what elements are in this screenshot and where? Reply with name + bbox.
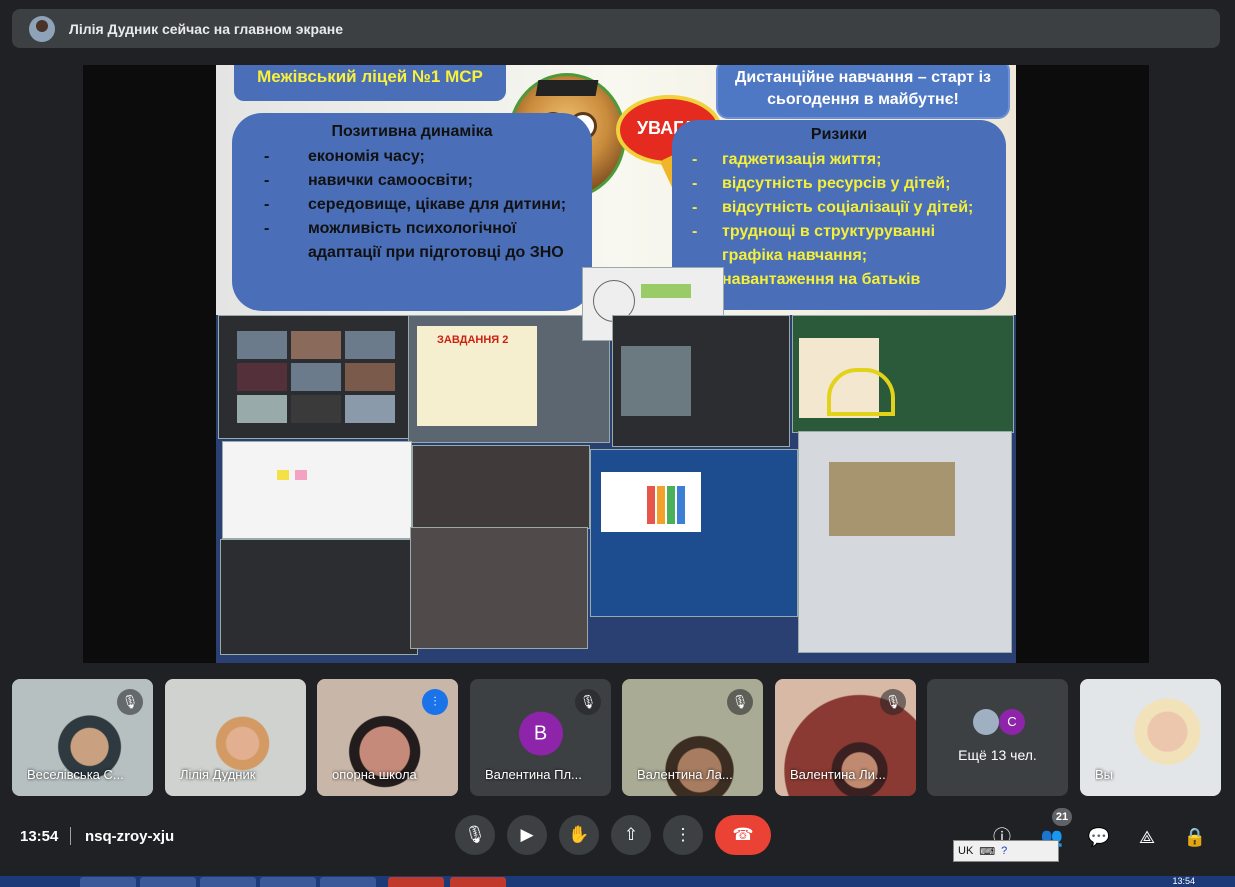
- risk-item: відсутність соціалізації у дітей;: [722, 199, 974, 216]
- taskbar-app-button[interactable]: [200, 877, 256, 887]
- participant-avatar: B: [518, 711, 563, 756]
- microphone-button[interactable]: 🎙: [455, 815, 495, 855]
- participant-name: Веселівська С...: [27, 767, 124, 782]
- risks-title: Ризики: [810, 126, 868, 143]
- collage-screenshot: [792, 315, 1014, 433]
- positive-item: середовище, цікаве для дитини;: [308, 196, 567, 213]
- participant-name: Лілія Дудник: [180, 767, 256, 782]
- mic-off-icon: 🎙: [727, 689, 753, 715]
- chat-icon[interactable]: 💬: [1087, 825, 1111, 849]
- collage-screenshot: [412, 445, 590, 529]
- collage-screenshot: [220, 539, 418, 655]
- risk-item: відсутність ресурсів у дітей;: [722, 175, 951, 192]
- taskbar-app-button[interactable]: [80, 877, 136, 887]
- screenshot-collage: ЗАВДАННЯ 2: [216, 267, 1016, 663]
- camera-icon: ▶: [520, 825, 534, 844]
- taskbar-app-button[interactable]: [260, 877, 316, 887]
- leave-call-button[interactable]: ☎: [715, 815, 771, 855]
- presenting-text: Лілія Дудник сейчас на главном экране: [69, 20, 344, 37]
- collage-screenshot: [798, 431, 1012, 653]
- more-participants-label: Ещё 13 чел.: [958, 747, 1037, 763]
- taskbar-app-button[interactable]: [450, 877, 506, 887]
- language-bar[interactable]: UK ⌨ ?: [953, 840, 1059, 862]
- taskbar-app-button[interactable]: [388, 877, 444, 887]
- collage-screenshot: ЗАВДАННЯ 2: [408, 315, 610, 443]
- present-icon: ⇧: [623, 825, 639, 844]
- risk-item: труднощі в структуруванні графіка навчан…: [722, 223, 936, 264]
- people-count-badge: 21: [1052, 808, 1072, 826]
- mic-off-icon: 🎙: [575, 689, 601, 715]
- keyboard-icon: ⌨: [979, 845, 996, 858]
- more-vert-icon: ⋮: [674, 825, 692, 844]
- zavdannya-label: ЗАВДАННЯ 2: [437, 334, 509, 346]
- clock: 13:54: [20, 828, 59, 845]
- positive-box: Позитивна динаміка - економія часу; - нави…: [232, 113, 592, 311]
- more-participants-tile[interactable]: C Ещё 13 чел.: [927, 679, 1068, 796]
- risk-item: гаджетизація життя;: [722, 151, 882, 168]
- presenter-avatar: [29, 15, 55, 42]
- divider: [70, 827, 71, 845]
- participant-tile[interactable]: ⫶ опорна школа: [317, 679, 458, 796]
- camera-button[interactable]: ▶: [507, 815, 547, 855]
- slide-distance-title: Дистанційне навчання – старт із сьогоден…: [716, 65, 1010, 119]
- participant-tile[interactable]: 🎙 Веселівська С...: [12, 679, 153, 796]
- risk-item: навантаження на батьків: [722, 271, 921, 288]
- participant-name: Валентина Пл...: [485, 767, 582, 782]
- more-options-button[interactable]: ⋮: [663, 815, 703, 855]
- positive-item: навички самоосвіти;: [308, 172, 473, 189]
- participant-name: Валентина Ли...: [790, 767, 886, 782]
- activities-icon[interactable]: ⟁: [1135, 825, 1159, 849]
- meeting-code: nsq-zroy-xju: [85, 828, 175, 845]
- raise-hand-button[interactable]: ✋: [559, 815, 599, 855]
- language-code: UK: [958, 845, 974, 857]
- participant-name: опорна школа: [332, 767, 417, 782]
- mic-off-icon: 🎙: [117, 689, 143, 715]
- participant-tile[interactable]: Лілія Дудник: [165, 679, 306, 796]
- present-button[interactable]: ⇧: [611, 815, 651, 855]
- microphone-icon: 🎙: [464, 825, 486, 844]
- positive-title: Позитивна динаміка: [331, 123, 493, 140]
- taskbar-app-button[interactable]: [140, 877, 196, 887]
- collage-screenshot: [218, 315, 410, 439]
- slide-school-title: Межівський ліцей №1 МСР: [234, 65, 506, 101]
- presenting-banner: Лілія Дудник сейчас на главном экране: [12, 9, 1220, 48]
- collage-screenshot: [590, 449, 798, 617]
- participant-tile[interactable]: 🎙 B Валентина Пл...: [470, 679, 611, 796]
- mic-off-icon: 🎙: [880, 689, 906, 715]
- phone-hangup-icon: ☎: [732, 825, 754, 844]
- positive-item: можливість психологічної адаптації при п…: [308, 220, 564, 261]
- participant-avatar: C: [999, 709, 1025, 735]
- host-controls-icon[interactable]: 🔒: [1183, 825, 1207, 849]
- collage-screenshot: [222, 441, 412, 539]
- participant-tile[interactable]: 🎙 Валентина Ла...: [622, 679, 763, 796]
- self-tile[interactable]: Вы: [1080, 679, 1221, 796]
- collage-screenshot: [612, 315, 790, 447]
- positive-item: економія часу;: [308, 148, 425, 165]
- participant-name: Валентина Ла...: [637, 767, 733, 782]
- hand-icon: ✋: [568, 825, 590, 844]
- speaking-indicator-icon: ⫶: [422, 689, 448, 715]
- taskbar-app-button[interactable]: [320, 877, 376, 887]
- participant-tile[interactable]: 🎙 Валентина Ли...: [775, 679, 916, 796]
- participant-name: Вы: [1095, 767, 1114, 782]
- shared-slide: Межівський ліцей №1 МСР Дистанційне навч…: [216, 65, 1016, 663]
- taskbar-clock: 13:54: [1172, 876, 1195, 886]
- help-icon: ?: [1001, 845, 1008, 857]
- collage-screenshot: [410, 527, 588, 649]
